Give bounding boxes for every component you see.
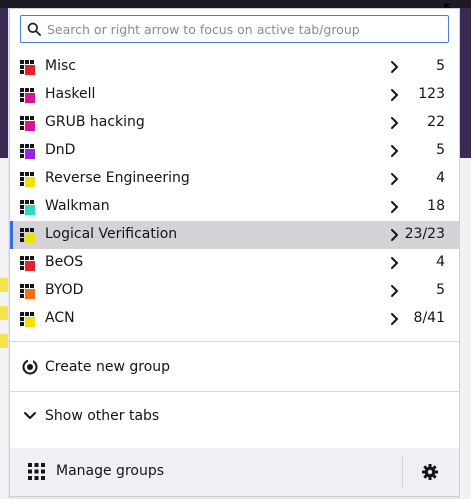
group-row[interactable]: BYOD 5	[10, 277, 459, 305]
group-grid-icon	[20, 144, 35, 159]
group-name: DnD	[45, 142, 76, 158]
manage-groups-button[interactable]: Manage groups	[10, 448, 402, 496]
divider	[10, 391, 459, 392]
create-group-icon	[22, 359, 38, 375]
settings-button[interactable]	[420, 462, 440, 482]
group-grid-icon	[20, 116, 35, 131]
group-tab-count: 8/41	[413, 310, 445, 326]
group-name: Misc	[45, 58, 76, 74]
group-tab-count: 5	[436, 142, 445, 158]
search-box[interactable]	[20, 15, 449, 43]
group-tab-count: 4	[436, 254, 445, 270]
group-row[interactable]: BeOS 4	[10, 249, 459, 277]
group-name: Logical Verification	[45, 226, 178, 242]
chevron-right-icon[interactable]	[390, 172, 400, 186]
group-tab-count: 23/23	[404, 226, 445, 242]
chevron-right-icon[interactable]	[390, 144, 400, 158]
group-row[interactable]: Misc 5	[10, 53, 459, 81]
group-row[interactable]: Reverse Engineering 4	[10, 165, 459, 193]
browser-toolbar-background	[0, 0, 471, 8]
chevron-right-icon[interactable]	[390, 60, 400, 74]
group-grid-icon	[20, 88, 35, 103]
divider	[10, 341, 459, 342]
page-background-right-lower	[460, 158, 471, 499]
group-row[interactable]: GRUB hacking 22	[10, 109, 459, 137]
tab-groups-popup: Misc 5 Haskell 123 GRUB hacking 22 DnD 5 Reverse…	[9, 8, 460, 497]
group-grid-icon	[20, 200, 35, 215]
chevron-right-icon[interactable]	[390, 88, 400, 102]
group-grid-icon	[20, 60, 35, 75]
group-grid-icon	[20, 256, 35, 271]
page-background-left-lower	[0, 158, 8, 499]
search-icon	[23, 22, 45, 36]
group-name: BeOS	[45, 254, 84, 270]
group-row[interactable]: Logical Verification 23/23	[10, 221, 459, 249]
search-input[interactable]	[45, 21, 448, 37]
group-tab-count: 18	[427, 198, 445, 214]
page-highlight	[0, 278, 8, 292]
group-name: Haskell	[45, 86, 96, 102]
group-name: Walkman	[45, 198, 110, 214]
manage-groups-label: Manage groups	[56, 463, 165, 479]
create-new-group-label: Create new group	[45, 359, 171, 375]
group-name: ACN	[45, 310, 75, 326]
chevron-right-icon[interactable]	[390, 256, 400, 270]
group-grid-icon	[20, 228, 35, 243]
group-tab-count: 22	[427, 114, 445, 130]
chevron-right-icon[interactable]	[390, 284, 400, 298]
group-tab-count: 5	[436, 58, 445, 74]
chevron-right-icon[interactable]	[390, 116, 400, 130]
popup-footer: Manage groups	[10, 448, 459, 496]
group-tab-count: 4	[436, 170, 445, 186]
show-other-tabs-label: Show other tabs	[45, 408, 160, 424]
group-row[interactable]: Haskell 123	[10, 81, 459, 109]
group-row[interactable]: DnD 5	[10, 137, 459, 165]
create-new-group-button[interactable]: Create new group	[10, 347, 459, 387]
chevron-right-icon[interactable]	[390, 228, 400, 242]
page-highlight	[0, 306, 8, 320]
group-row[interactable]: ACN 8/41	[10, 305, 459, 333]
group-grid-icon	[20, 284, 35, 299]
group-name: GRUB hacking	[45, 114, 145, 130]
group-tab-count: 123	[418, 86, 445, 102]
group-grid-icon	[20, 172, 35, 187]
page-background-right	[460, 8, 471, 158]
page-background-left	[0, 8, 8, 158]
chevron-down-icon	[22, 408, 38, 424]
footer-divider	[402, 456, 403, 488]
grid-icon	[28, 463, 45, 484]
group-name: BYOD	[45, 282, 84, 298]
show-other-tabs-button[interactable]: Show other tabs	[10, 396, 459, 436]
group-name: Reverse Engineering	[45, 170, 190, 186]
page-highlight	[0, 334, 8, 348]
gear-icon	[422, 464, 438, 480]
group-grid-icon	[20, 312, 35, 327]
group-tab-count: 5	[436, 282, 445, 298]
group-row[interactable]: Walkman 18	[10, 193, 459, 221]
group-list: Misc 5 Haskell 123 GRUB hacking 22 DnD 5 Reverse…	[10, 53, 459, 333]
chevron-right-icon[interactable]	[390, 200, 400, 214]
chevron-right-icon[interactable]	[390, 312, 400, 326]
